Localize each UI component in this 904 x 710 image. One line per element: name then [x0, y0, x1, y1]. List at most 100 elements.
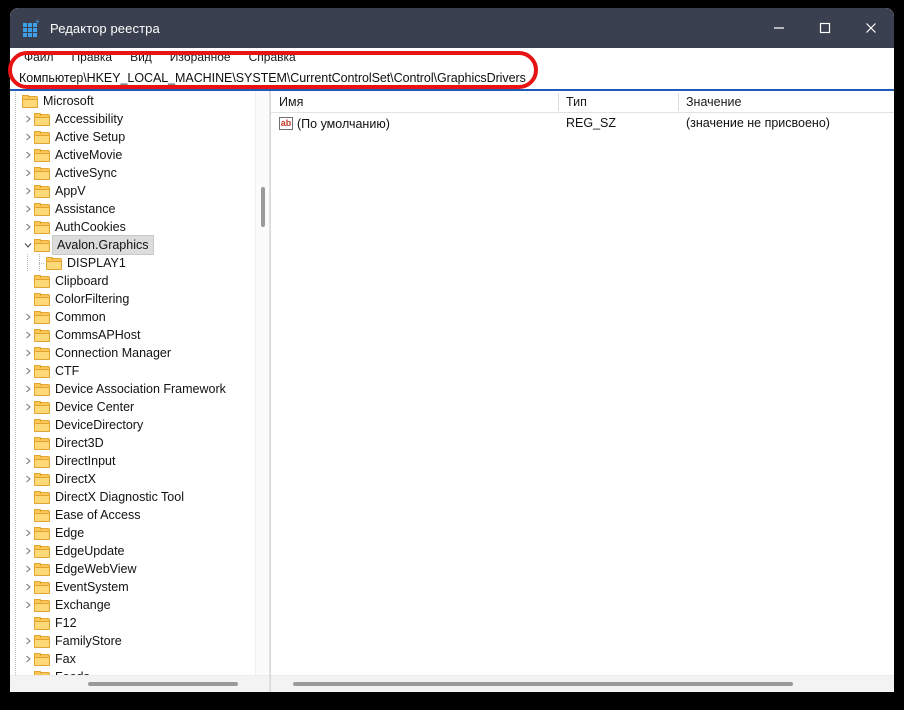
tree-expander[interactable]	[22, 236, 34, 254]
tree-item-label: Assistance	[55, 202, 116, 216]
tree-item-clipboard[interactable]: Clipboard	[10, 272, 269, 290]
tree-item-appv[interactable]: AppV	[10, 182, 269, 200]
tree-item-edgewebview[interactable]: EdgeWebView	[10, 560, 269, 578]
tree-expander[interactable]	[22, 416, 34, 434]
tree-item-commsaphost[interactable]: CommsAPHost	[10, 326, 269, 344]
column-header-value[interactable]: Значение	[678, 91, 878, 113]
tree-item-directinput[interactable]: DirectInput	[10, 452, 269, 470]
tree-expander[interactable]	[22, 200, 34, 218]
tree-item-connection-manager[interactable]: Connection Manager	[10, 344, 269, 362]
tree-item-label: F12	[55, 616, 77, 630]
tree-item-edgeupdate[interactable]: EdgeUpdate	[10, 542, 269, 560]
tree-expander[interactable]	[22, 452, 34, 470]
tree-item-exchange[interactable]: Exchange	[10, 596, 269, 614]
tree-expander[interactable]	[22, 344, 34, 362]
tree-expander[interactable]	[22, 542, 34, 560]
tree-item-ease-of-access[interactable]: Ease of Access	[10, 506, 269, 524]
tree-guide	[10, 92, 22, 110]
menu-item-help[interactable]: Справка	[249, 48, 296, 67]
column-header-type[interactable]: Тип	[558, 91, 678, 113]
tree-item-device-center[interactable]: Device Center	[10, 398, 269, 416]
tree-expander[interactable]	[22, 506, 34, 524]
folder-icon	[34, 292, 50, 306]
tree-expander[interactable]	[22, 362, 34, 380]
column-header-name[interactable]: Имя	[271, 91, 558, 113]
tree-expander[interactable]	[22, 650, 34, 668]
tree-expander[interactable]	[22, 398, 34, 416]
menu-item-edit[interactable]: Правка	[72, 48, 113, 67]
tree-expander[interactable]	[22, 632, 34, 650]
close-icon[interactable]	[848, 8, 894, 48]
tree-item-eventsystem[interactable]: EventSystem	[10, 578, 269, 596]
tree-expander[interactable]	[22, 308, 34, 326]
value-name-cell: ab (По умолчанию)	[279, 113, 390, 134]
menu-item-view[interactable]: Вид	[130, 48, 152, 67]
tree-expander[interactable]	[22, 470, 34, 488]
tree-item-f12[interactable]: F12	[10, 614, 269, 632]
table-row[interactable]: ab (По умолчанию) REG_SZ (значение не пр…	[271, 113, 894, 134]
minimize-icon[interactable]	[756, 8, 802, 48]
menu-item-favorites[interactable]: Избранное	[170, 48, 231, 67]
address-bar[interactable]: Компьютер\HKEY_LOCAL_MACHINE\SYSTEM\Curr…	[10, 67, 894, 91]
tree-item-active-setup[interactable]: Active Setup	[10, 128, 269, 146]
tree-expander[interactable]	[22, 272, 34, 290]
folder-icon	[34, 328, 50, 342]
folder-icon	[34, 508, 50, 522]
folder-icon	[34, 544, 50, 558]
tree-expander[interactable]	[22, 290, 34, 308]
tree-vertical-scrollbar-thumb[interactable]	[261, 187, 265, 227]
tree-item-activesync[interactable]: ActiveSync	[10, 164, 269, 182]
tree-expander[interactable]	[22, 596, 34, 614]
tree-item-label: AppV	[55, 184, 86, 198]
tree-item-familystore[interactable]: FamilyStore	[10, 632, 269, 650]
tree-expander[interactable]	[22, 560, 34, 578]
tree-item-microsoft[interactable]: Microsoft	[10, 92, 269, 110]
tree-expander[interactable]	[22, 380, 34, 398]
tree-vertical-scrollbar[interactable]	[255, 91, 269, 675]
window-controls	[756, 8, 894, 48]
tree-item-devicedirectory[interactable]: DeviceDirectory	[10, 416, 269, 434]
tree-item-assistance[interactable]: Assistance	[10, 200, 269, 218]
tree-item-common[interactable]: Common	[10, 308, 269, 326]
tree-expander[interactable]	[22, 128, 34, 146]
tree-item-label: Connection Manager	[55, 346, 172, 360]
tree-item-colorfiltering[interactable]: ColorFiltering	[10, 290, 269, 308]
tree-expander[interactable]	[22, 218, 34, 236]
values-horizontal-scrollbar[interactable]	[271, 675, 894, 692]
tree-expander[interactable]	[22, 668, 34, 675]
tree-expander[interactable]	[22, 326, 34, 344]
tree-item-edge[interactable]: Edge	[10, 524, 269, 542]
folder-icon	[34, 652, 50, 666]
tree-item-directx[interactable]: DirectX	[10, 470, 269, 488]
tree-item-accessibility[interactable]: Accessibility	[10, 110, 269, 128]
tree-expander[interactable]	[22, 488, 34, 506]
tree-item-directx-diagnostic-tool[interactable]: DirectX Diagnostic Tool	[10, 488, 269, 506]
values-horizontal-scrollbar-thumb[interactable]	[293, 682, 793, 686]
tree-item-fax[interactable]: Fax	[10, 650, 269, 668]
tree-expander[interactable]	[22, 164, 34, 182]
tree-horizontal-scrollbar-thumb[interactable]	[88, 682, 238, 686]
tree-expander[interactable]	[22, 182, 34, 200]
tree-item-label: CTF	[55, 364, 80, 378]
maximize-icon[interactable]	[802, 8, 848, 48]
tree-horizontal-scrollbar[interactable]	[10, 675, 269, 692]
tree-item-ctf[interactable]: CTF	[10, 362, 269, 380]
tree-item-feeds[interactable]: Feeds	[10, 668, 269, 675]
tree-item-activemovie[interactable]: ActiveMovie	[10, 146, 269, 164]
tree-item-avalon-graphics[interactable]: Avalon.Graphics	[10, 235, 269, 255]
value-data-cell: (значение не присвоено)	[686, 116, 830, 130]
tree-guide	[10, 236, 22, 254]
folder-icon	[34, 112, 50, 126]
tree-item-authcookies[interactable]: AuthCookies	[10, 218, 269, 236]
tree-expander[interactable]	[22, 110, 34, 128]
tree-item-device-association-framework[interactable]: Device Association Framework	[10, 380, 269, 398]
tree-expander[interactable]	[22, 146, 34, 164]
tree-item-display1[interactable]: DISPLAY1	[10, 254, 269, 272]
tree-expander[interactable]	[22, 614, 34, 632]
tree-expander[interactable]	[22, 434, 34, 452]
menu-item-file[interactable]: Файл	[24, 48, 54, 67]
tree-item-label: Device Center	[55, 400, 135, 414]
tree-expander[interactable]	[22, 524, 34, 542]
tree-expander[interactable]	[22, 578, 34, 596]
tree-item-direct3d[interactable]: Direct3D	[10, 434, 269, 452]
